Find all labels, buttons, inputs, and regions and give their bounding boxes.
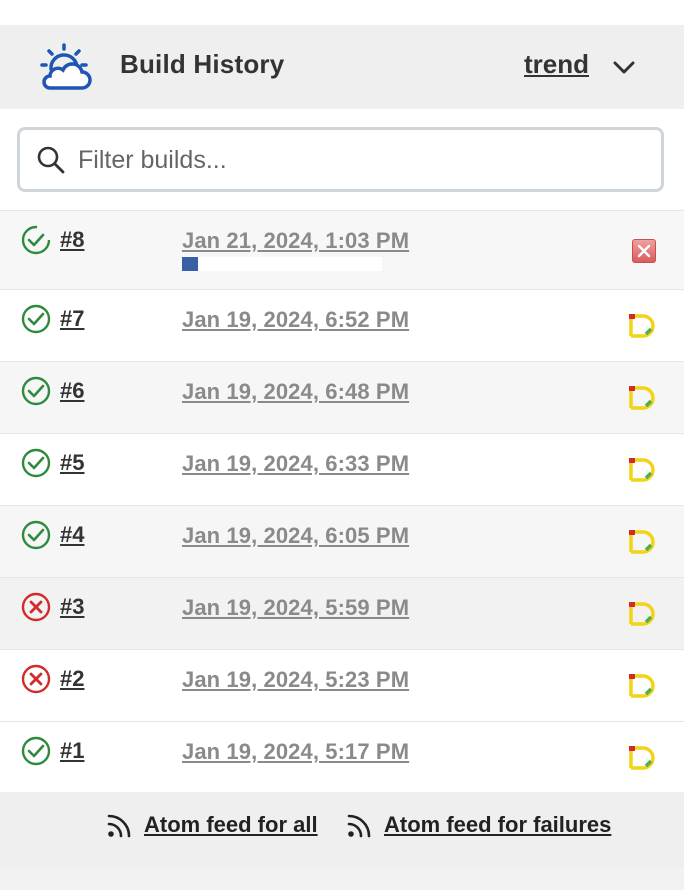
failed-status-icon (21, 592, 51, 622)
filter-builds-field[interactable] (17, 127, 664, 192)
build-number-link[interactable]: #5 (60, 450, 84, 476)
success-status-icon (21, 225, 51, 255)
build-date-link[interactable]: Jan 19, 2024, 6:48 PM (182, 379, 409, 405)
build-history-header: Build History trend (0, 25, 684, 109)
build-row: #1 Jan 19, 2024, 5:17 PM (0, 721, 684, 793)
atom-feed-all[interactable]: Atom feed for all (106, 811, 318, 839)
build-number-link[interactable]: #3 (60, 594, 84, 620)
pipeline-icon[interactable] (627, 310, 659, 342)
rss-icon (107, 814, 131, 838)
build-date-link[interactable]: Jan 21, 2024, 1:03 PM (182, 228, 409, 254)
atom-feed-failures-label[interactable]: Atom feed for failures (384, 812, 611, 838)
build-date-link[interactable]: Jan 19, 2024, 5:59 PM (182, 595, 409, 621)
build-date-link[interactable]: Jan 19, 2024, 5:23 PM (182, 667, 409, 693)
success-status-icon (21, 736, 51, 766)
build-number-link[interactable]: #6 (60, 378, 84, 404)
build-number-link[interactable]: #2 (60, 666, 84, 692)
build-date-link[interactable]: Jan 19, 2024, 6:52 PM (182, 307, 409, 333)
rss-icon (347, 814, 371, 838)
build-row: #7 Jan 19, 2024, 6:52 PM (0, 289, 684, 361)
success-status-icon (21, 376, 51, 406)
pipeline-icon[interactable] (627, 526, 659, 558)
build-number-link[interactable]: #8 (60, 227, 84, 253)
atom-feed-failures[interactable]: Atom feed for failures (346, 811, 611, 839)
build-row: #2 Jan 19, 2024, 5:23 PM (0, 649, 684, 721)
failed-status-icon (21, 664, 51, 694)
build-number-link[interactable]: #7 (60, 306, 84, 332)
atom-feed-all-label[interactable]: Atom feed for all (144, 812, 318, 838)
build-progress-bar (182, 257, 382, 271)
build-row: #3 Jan 19, 2024, 5:59 PM (0, 577, 684, 649)
pipeline-icon[interactable] (627, 670, 659, 702)
build-list: #8 Jan 21, 2024, 1:03 PM #7 Jan 19, 2024… (0, 210, 684, 793)
search-icon (37, 146, 65, 174)
success-status-icon (21, 448, 51, 478)
build-date-link[interactable]: Jan 19, 2024, 6:33 PM (182, 451, 409, 477)
pipeline-icon[interactable] (627, 742, 659, 774)
build-history-title: Build History (120, 49, 285, 79)
pipeline-icon[interactable] (627, 382, 659, 414)
build-row: #4 Jan 19, 2024, 6:05 PM (0, 505, 684, 577)
pipeline-icon[interactable] (627, 454, 659, 486)
build-number-link[interactable]: #4 (60, 522, 84, 548)
build-row: #5 Jan 19, 2024, 6:33 PM (0, 433, 684, 505)
abort-icon[interactable] (632, 239, 656, 263)
build-row: #8 Jan 21, 2024, 1:03 PM (0, 210, 684, 289)
success-status-icon (21, 304, 51, 334)
success-status-icon (21, 520, 51, 550)
filter-builds-input[interactable] (78, 138, 638, 182)
build-date-link[interactable]: Jan 19, 2024, 6:05 PM (182, 523, 409, 549)
chevron-down-icon[interactable] (612, 59, 636, 77)
feed-footer: Atom feed for all Atom feed for failures (0, 792, 684, 868)
build-date-link[interactable]: Jan 19, 2024, 5:17 PM (182, 739, 409, 765)
sun-cloud-icon (40, 43, 92, 90)
pipeline-icon[interactable] (627, 598, 659, 630)
build-number-link[interactable]: #1 (60, 738, 84, 764)
trend-link[interactable]: trend (524, 49, 589, 80)
build-row: #6 Jan 19, 2024, 6:48 PM (0, 361, 684, 433)
build-progress-fill (182, 257, 198, 271)
